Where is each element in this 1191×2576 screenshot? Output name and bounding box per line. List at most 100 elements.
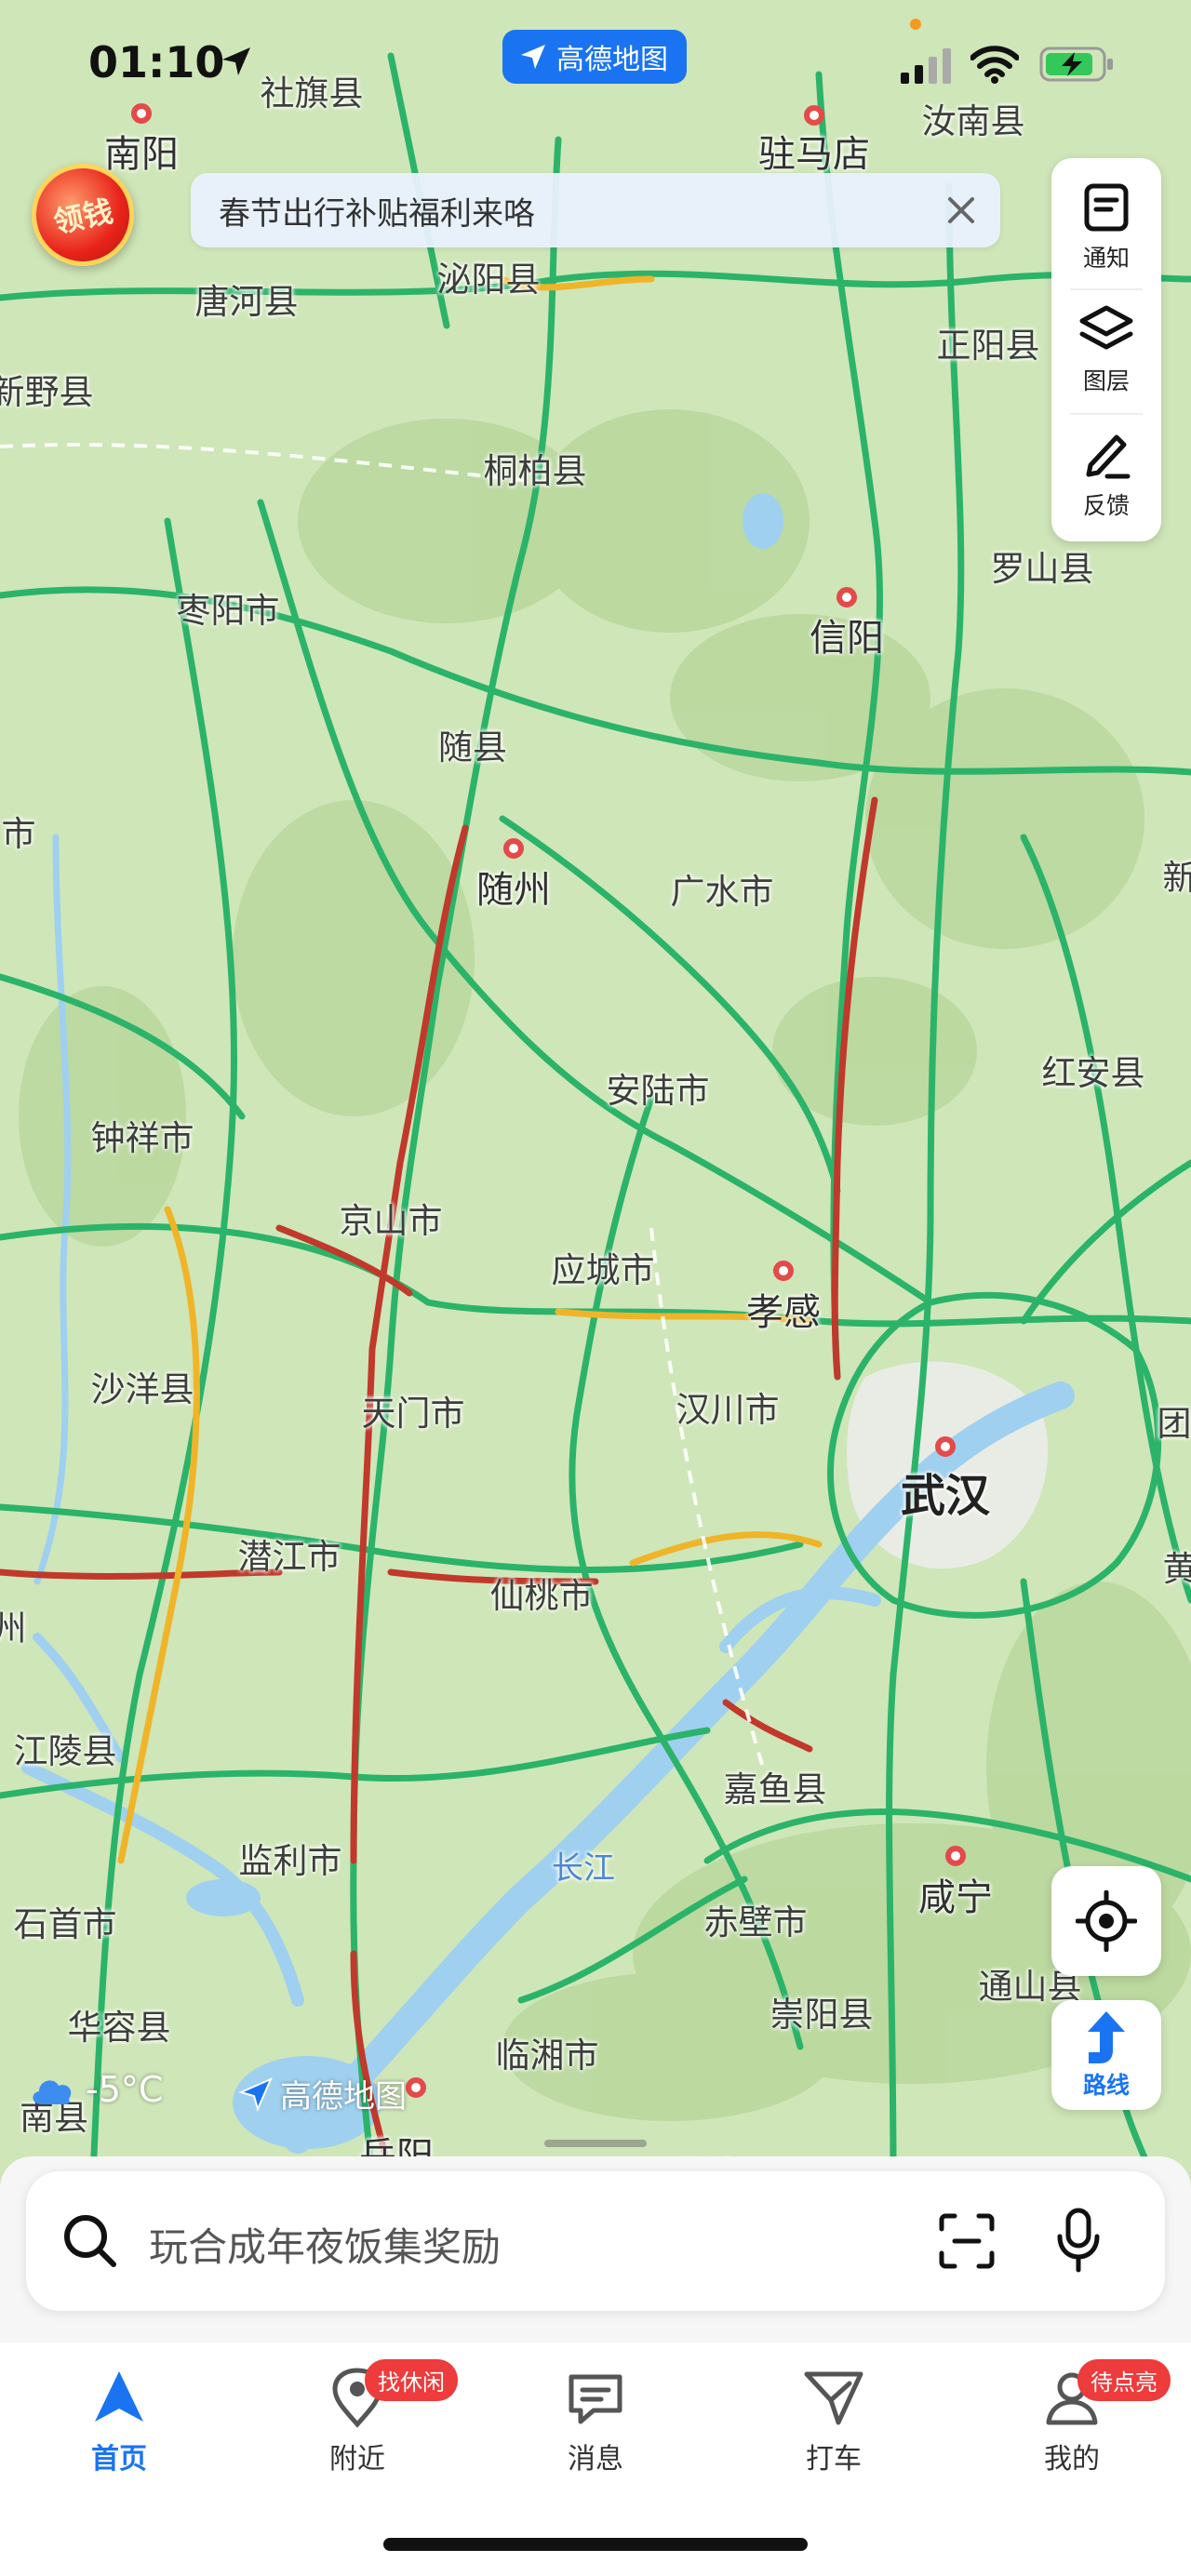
app-indicator-pill[interactable]: 高德地图 [502,30,687,84]
city-pin[interactable] [945,1846,966,1866]
place-label[interactable]: 安陆市 [607,1062,710,1113]
notification-button[interactable]: 通知 [1051,166,1161,288]
notification-icon [1084,183,1129,232]
city-pin[interactable] [836,587,857,607]
place-label[interactable]: 临湘市 [496,2027,599,2077]
coin-label: 领钱 [50,193,116,241]
feedback-icon [1086,434,1131,479]
privacy-dot [910,19,921,30]
app-indicator-label: 高德地图 [556,44,668,76]
search-icon [64,2215,116,2267]
place-label[interactable]: 潜江市 [238,1528,341,1579]
place-label[interactable]: 监利市 [239,1833,342,1883]
home-indicator [383,2538,808,2551]
place-label[interactable]: 新 [1163,849,1191,900]
status-time: 01:10 [88,37,225,87]
locate-me-button[interactable] [1051,1866,1161,1976]
gaode-logo-icon [521,45,545,69]
city-pin[interactable] [406,2077,426,2098]
place-label[interactable]: 罗山县 [991,541,1094,591]
tab-messages[interactable]: 消息 [521,2365,670,2476]
tab-taxi[interactable]: 打车 [759,2365,908,2476]
place-label[interactable]: 随县 [438,719,507,769]
layers-button[interactable]: 图层 [1051,288,1161,411]
route-label: 路线 [1082,2072,1130,2099]
map-view[interactable]: 社旗县 南阳 驻马店 汝南县 唐河县 泌阳县 正阳县 新野县 桐柏县 罗山县 枣… [0,0,1191,2177]
taxi-icon [804,2371,863,2425]
status-bar: 01:10 高德地图 [0,0,1191,130]
crosshair-icon [1076,1890,1137,1952]
place-label[interactable]: 枣阳市 [177,582,280,633]
scan-icon[interactable] [936,2210,997,2272]
place-label[interactable]: 咸宁 [918,1867,993,1921]
place-label[interactable]: 唐河县 [195,274,299,324]
tab-label: 消息 [568,2443,623,2476]
city-pin[interactable] [773,1261,794,1281]
route-button[interactable]: 路线 [1051,2000,1161,2110]
microphone-icon[interactable] [1055,2207,1102,2276]
weather-temperature: -5°C [86,2069,164,2110]
place-label[interactable]: 正阳县 [937,317,1040,367]
place-label[interactable]: 随州 [476,860,551,914]
tab-label: 我的 [1044,2443,1100,2476]
place-label[interactable]: 京山市 [340,1193,443,1243]
place-label[interactable]: 赤壁市 [704,1894,808,1944]
place-label[interactable]: 应城市 [552,1242,655,1292]
place-label[interactable]: 仙桃市 [490,1568,594,1618]
route-arrow-icon [1088,2011,1125,2063]
place-label[interactable]: 广水市 [671,863,774,914]
place-label[interactable]: 石首市 [14,1896,117,1946]
tab-label: 首页 [91,2443,147,2476]
watermark-text: 高德地图 [280,2078,407,2116]
place-label[interactable]: 华容县 [68,1999,171,2049]
battery-charging-icon [1039,47,1113,82]
tab-label: 附近 [329,2443,385,2476]
place-label[interactable]: 沙洋县 [91,1361,194,1411]
place-label[interactable]: 孝感 [746,1282,821,1336]
tab-nearby[interactable]: 找休闲 附近 [283,2359,458,2476]
tab-badge: 找休闲 [365,2359,458,2401]
city-pin[interactable] [503,838,524,859]
place-label[interactable]: 团 [1158,1395,1191,1446]
weather-widget[interactable]: -5°C [28,2069,163,2110]
place-label[interactable]: 黄 [1163,1541,1191,1591]
tab-home[interactable]: 首页 [45,2365,194,2476]
promo-banner[interactable]: 春节出行补贴福利来咯 [191,173,1000,247]
tab-badge: 待点亮 [1077,2359,1171,2401]
place-label[interactable]: 信阳 [810,607,884,661]
place-label[interactable]: 南阳 [104,124,179,178]
place-label[interactable]: 市 [2,806,36,856]
place-label[interactable]: 州 [0,1600,27,1650]
promo-text: 春节出行补贴福利来咯 [219,194,535,233]
place-label[interactable]: 崇阳县 [770,1986,874,2036]
place-label[interactable]: 桐柏县 [484,443,587,493]
message-icon [569,2374,622,2424]
place-label[interactable]: 江陵县 [14,1723,117,1773]
place-label[interactable]: 钟祥市 [91,1110,194,1160]
place-label[interactable]: 武汉 [901,1459,990,1524]
search-input[interactable]: 玩合成年夜饭集奖励 [149,2216,501,2273]
location-services-icon [222,47,250,75]
river-label: 长江 [552,1849,615,1888]
feedback-button[interactable]: 反馈 [1051,413,1161,536]
place-label[interactable]: 红安县 [1042,1045,1145,1095]
place-label[interactable]: 泌阳县 [437,251,541,301]
search-bar[interactable]: 玩合成年夜饭集奖励 [26,2171,1165,2311]
tool-label: 反馈 [1082,492,1130,519]
tab-profile[interactable]: 待点亮 我的 [997,2359,1171,2476]
cellular-signal-icon [901,48,951,84]
wifi-icon [970,46,1019,84]
place-label[interactable]: 天门市 [362,1385,465,1435]
navigation-arrow-icon [95,2371,143,2422]
sheet-drag-handle[interactable] [544,2140,647,2147]
tool-label: 图层 [1082,367,1130,394]
cloud-icon [33,2080,72,2104]
close-icon[interactable] [941,190,982,231]
place-label[interactable]: 新野县 [0,364,94,414]
gaode-watermark: 高德地图 [237,2071,407,2116]
tool-label: 通知 [1082,245,1130,272]
place-label[interactable]: 嘉鱼县 [724,1761,827,1811]
city-pin[interactable] [935,1436,956,1457]
place-label[interactable]: 驻马店 [758,124,870,178]
place-label[interactable]: 汉川市 [676,1381,780,1432]
